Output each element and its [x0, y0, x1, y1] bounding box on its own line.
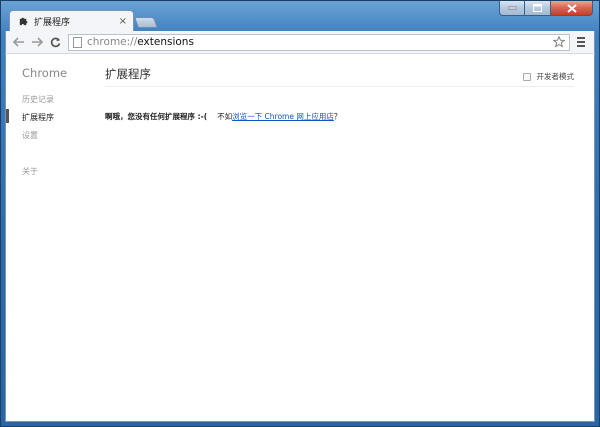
developer-mode-toggle[interactable]: 开发者模式	[522, 71, 575, 82]
close-window-button[interactable]	[551, 1, 593, 16]
tab-extensions[interactable]: 扩展程序 ×	[9, 10, 134, 32]
sidebar-item-settings[interactable]: 设置	[22, 130, 38, 141]
minimize-icon	[507, 6, 517, 10]
back-button[interactable]	[10, 33, 28, 51]
developer-mode-label: 开发者模式	[536, 72, 575, 81]
back-arrow-icon	[13, 37, 24, 47]
empty-state-message: 啊哦，您没有任何扩展程序 :-( 不如浏览一下 Chrome 网上应用店？	[105, 111, 341, 122]
developer-mode-checkbox[interactable]	[522, 72, 531, 81]
sidebar-item-history[interactable]: 历史记录	[22, 94, 54, 105]
forward-button[interactable]	[28, 33, 46, 51]
minimize-button[interactable]	[499, 1, 525, 16]
sidebar-item-about[interactable]: 关于	[22, 166, 38, 177]
toolbar: chrome://extensions	[5, 31, 595, 53]
empty-state-suffix: ？	[333, 112, 342, 121]
page-icon	[73, 36, 82, 48]
header-divider	[105, 86, 574, 87]
main-panel: 扩展程序 开发者模式 啊哦，您没有任何扩展程序 :-( 不如浏览一下 Chrome…	[105, 54, 574, 421]
empty-state-text: 啊哦，您没有任何扩展程序 :-(	[105, 112, 208, 121]
webstore-link[interactable]: 浏览一下 Chrome 网上应用店	[232, 112, 334, 121]
browser-window: 扩展程序 × chrome://extensions Chrome 历史记录 扩…	[0, 0, 600, 427]
puzzle-piece-icon	[19, 17, 28, 26]
page-title: 扩展程序	[105, 67, 151, 81]
url-scheme: chrome://	[87, 36, 138, 48]
hamburger-menu-icon[interactable]	[572, 33, 590, 51]
sidebar-selection-indicator	[6, 109, 9, 123]
forward-arrow-icon	[32, 37, 43, 47]
url-host: extensions	[137, 36, 194, 48]
close-icon	[566, 3, 577, 13]
star-icon[interactable]	[553, 36, 565, 48]
maximize-button[interactable]	[525, 1, 551, 16]
page-content: Chrome 历史记录 扩展程序 设置 关于 扩展程序 开发者模式 啊哦，您没有…	[5, 53, 595, 422]
address-bar[interactable]: chrome://extensions	[68, 33, 570, 51]
window-controls	[499, 1, 593, 16]
tab-close-button[interactable]: ×	[119, 16, 127, 27]
sidebar-brand: Chrome	[22, 66, 68, 80]
sidebar-item-extensions[interactable]: 扩展程序	[22, 112, 54, 123]
empty-state-prefix: 不如	[217, 112, 233, 121]
reload-icon	[50, 37, 60, 47]
maximize-icon	[533, 4, 542, 12]
tab-title: 扩展程序	[34, 18, 71, 28]
sidebar: Chrome 历史记录 扩展程序 设置 关于	[6, 54, 94, 421]
new-tab-button[interactable]	[133, 17, 159, 28]
reload-button[interactable]	[46, 33, 64, 51]
